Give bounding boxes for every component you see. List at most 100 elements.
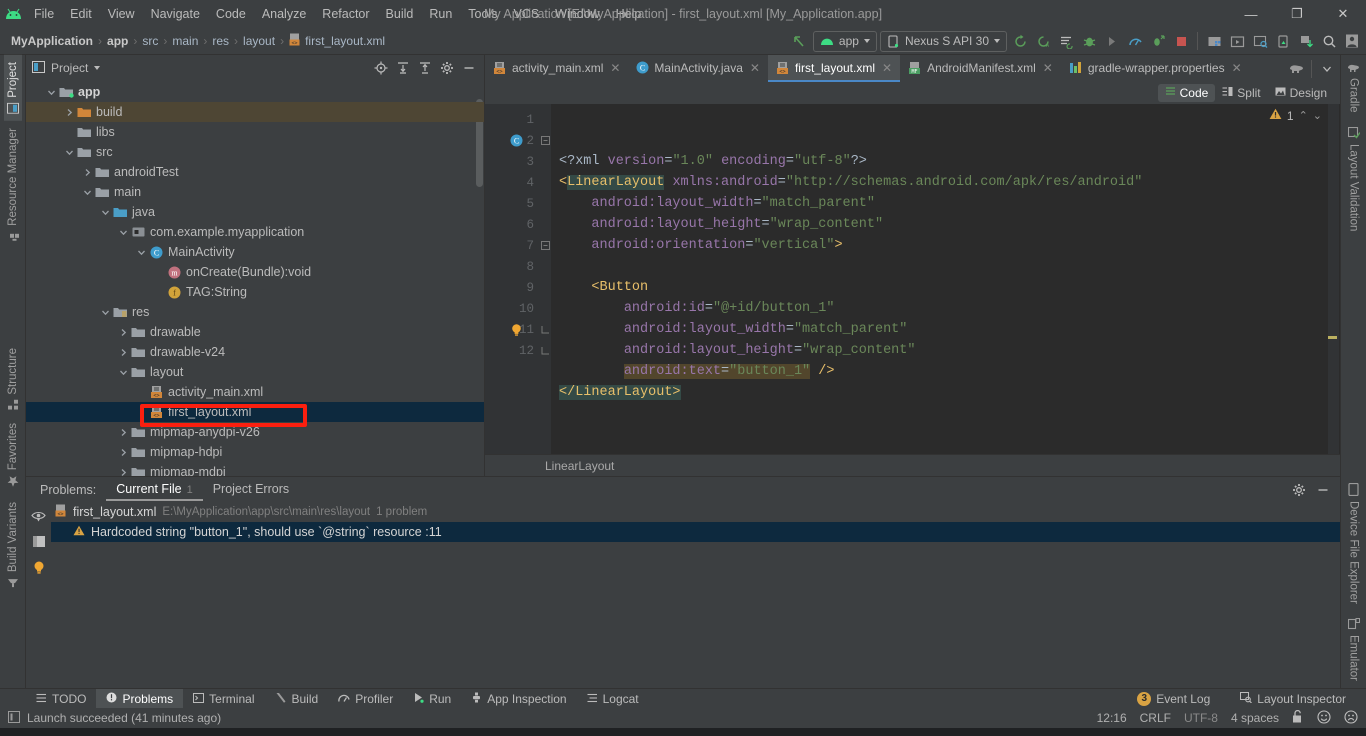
editor-tab-activity-main-xml[interactable]: <> activity_main.xml ✕	[485, 55, 628, 82]
gutter-row[interactable]: 1	[485, 109, 539, 130]
tree-node-activity-main-xml[interactable]: <> activity_main.xml	[26, 382, 484, 402]
status-line-separator[interactable]: CRLF	[1140, 711, 1171, 725]
code-line[interactable]: <Button	[551, 277, 1340, 298]
gutter-row[interactable]: 6	[485, 214, 539, 235]
chevron-down-icon[interactable]	[62, 148, 76, 157]
sidebar-item-device-file-explorer[interactable]: Device File Explorer	[1345, 476, 1363, 611]
menu-item-vcs[interactable]: VCS	[505, 4, 547, 24]
menu-item-help[interactable]: Help	[608, 4, 650, 24]
breadcrumb-src[interactable]: src	[139, 34, 161, 48]
error-stripe-mark[interactable]	[1328, 336, 1337, 339]
tree-node-mipmap-hdpi[interactable]: mipmap-hdpi	[26, 442, 484, 462]
maximize-button[interactable]: ❐	[1274, 0, 1320, 28]
code-line[interactable]: android:layout_height="wrap_content"	[551, 214, 1340, 235]
menu-item-navigate[interactable]: Navigate	[143, 4, 208, 24]
back-arrow-icon[interactable]	[790, 31, 810, 51]
chevron-right-icon[interactable]	[116, 448, 130, 457]
sidebar-item-project[interactable]: Project	[3, 55, 22, 121]
close-button[interactable]: ✕	[1320, 0, 1366, 28]
expand-all-icon[interactable]	[394, 59, 412, 77]
problems-file-row[interactable]: <> first_layout.xml E:\MyApplication\app…	[51, 502, 1340, 522]
class-marker-icon[interactable]: C	[509, 134, 523, 148]
chevron-right-icon[interactable]	[62, 108, 76, 117]
collapse-all-icon[interactable]	[416, 59, 434, 77]
sidebar-item-layout-validation[interactable]: Layout Validation	[1345, 120, 1363, 238]
chevron-down-icon[interactable]	[98, 208, 112, 217]
breadcrumb-layout[interactable]: layout	[240, 34, 278, 48]
tree-node-res[interactable]: res	[26, 302, 484, 322]
editor-inspection-widget[interactable]: 1 ⌃ ⌄	[1269, 108, 1322, 123]
editor-tab-first-layout-xml[interactable]: <> first_layout.xml ✕	[767, 55, 901, 82]
view-mode-split[interactable]: Split	[1215, 84, 1267, 102]
eye-icon[interactable]	[31, 510, 46, 526]
tab-project-errors[interactable]: Project Errors	[203, 479, 299, 501]
run-configuration-selector[interactable]: app	[812, 30, 877, 52]
status-indent[interactable]: 4 spaces	[1231, 711, 1279, 725]
chevron-down-icon[interactable]	[1317, 59, 1337, 79]
tree-node-com-example-myapplication[interactable]: com.example.myapplication	[26, 222, 484, 242]
run-step-icon[interactable]	[1102, 31, 1122, 51]
code-line[interactable]: android:id="@+id/button_1"	[551, 298, 1340, 319]
chevron-right-icon[interactable]	[80, 168, 94, 177]
settings-gear-icon[interactable]	[1290, 481, 1308, 499]
sync-project-icon[interactable]	[1010, 31, 1030, 51]
search-icon[interactable]	[1319, 31, 1339, 51]
fold-marker[interactable]	[539, 172, 551, 193]
fold-marker[interactable]	[539, 193, 551, 214]
menu-item-edit[interactable]: Edit	[62, 4, 100, 24]
gutter-row[interactable]: 4	[485, 172, 539, 193]
project-tree[interactable]: app build libs src androidTest main java com.ex…	[26, 81, 484, 476]
fold-marker[interactable]	[539, 298, 551, 319]
tree-node-drawable-v24[interactable]: drawable-v24	[26, 342, 484, 362]
tab-current-file[interactable]: Current File 1	[106, 479, 203, 501]
chevron-down-icon[interactable]	[80, 188, 94, 197]
locate-icon[interactable]	[372, 59, 390, 77]
tool-window-terminal[interactable]: Terminal	[183, 689, 264, 709]
tree-node-mipmap-mdpi[interactable]: mipmap-mdpi	[26, 462, 484, 476]
tool-window-layout-inspector[interactable]: Layout Inspector	[1230, 689, 1356, 709]
view-mode-code[interactable]: Code	[1157, 84, 1216, 102]
menu-item-analyze[interactable]: Analyze	[254, 4, 314, 24]
tree-node-tag-string[interactable]: f TAG:String	[26, 282, 484, 302]
minimize-button[interactable]: —	[1228, 0, 1274, 28]
tool-window-todo[interactable]: TODO	[26, 689, 96, 709]
profiler-icon[interactable]	[1125, 31, 1145, 51]
tab-close-icon[interactable]: ✕	[750, 61, 760, 75]
code-line[interactable]: android:layout_height="wrap_content"	[551, 340, 1340, 361]
breadcrumb-res[interactable]: res	[209, 34, 232, 48]
editor-breadcrumb[interactable]: LinearLayout	[485, 454, 1340, 476]
nav-up-icon[interactable]: ⌃	[1299, 109, 1308, 122]
chevron-down-icon[interactable]	[94, 66, 101, 70]
fold-marker[interactable]	[539, 130, 551, 151]
editor-fold-column[interactable]	[539, 104, 551, 454]
lightbulb-icon[interactable]	[509, 323, 523, 337]
layout-inspector-icon[interactable]	[1250, 31, 1270, 51]
chevron-right-icon[interactable]	[116, 468, 130, 477]
editor-tab-gradle-wrapper-properties[interactable]: gradle-wrapper.properties ✕	[1061, 55, 1250, 82]
tree-node-build[interactable]: build	[26, 102, 484, 122]
status-message[interactable]: Launch succeeded (41 minutes ago)	[27, 711, 221, 725]
menu-item-build[interactable]: Build	[378, 4, 422, 24]
project-structure-icon[interactable]	[1204, 31, 1224, 51]
code-editor[interactable]: 1 C 2 3 4 5 6 7 8 9 10 11 12 <?xml version="1.0" enc…	[485, 104, 1340, 454]
sidebar-item-structure[interactable]: Structure	[4, 341, 22, 417]
menu-item-view[interactable]: View	[100, 4, 143, 24]
code-line[interactable]: android:layout_width="match_parent"	[551, 319, 1340, 340]
fold-marker[interactable]	[539, 151, 551, 172]
breadcrumb-myapplication[interactable]: MyApplication	[8, 34, 96, 48]
stop-icon[interactable]	[1171, 31, 1191, 51]
tab-close-icon[interactable]: ✕	[1232, 61, 1242, 75]
breadcrumb-file[interactable]: <> first_layout.xml	[286, 33, 388, 49]
gutter-row[interactable]: 10	[485, 298, 539, 319]
fold-marker[interactable]	[539, 214, 551, 235]
settings-gear-icon[interactable]	[438, 59, 456, 77]
sidebar-item-favorites[interactable]: Favorites	[4, 416, 22, 494]
frowny-face-icon[interactable]	[1344, 709, 1358, 727]
tree-node-libs[interactable]: libs	[26, 122, 484, 142]
menu-item-code[interactable]: Code	[208, 4, 254, 24]
gutter-row[interactable]: 12	[485, 340, 539, 361]
breadcrumb-app[interactable]: app	[104, 34, 131, 48]
chevron-down-icon[interactable]	[134, 248, 148, 257]
gutter-row[interactable]: C2	[485, 130, 539, 151]
status-encoding[interactable]: UTF-8	[1184, 711, 1218, 725]
